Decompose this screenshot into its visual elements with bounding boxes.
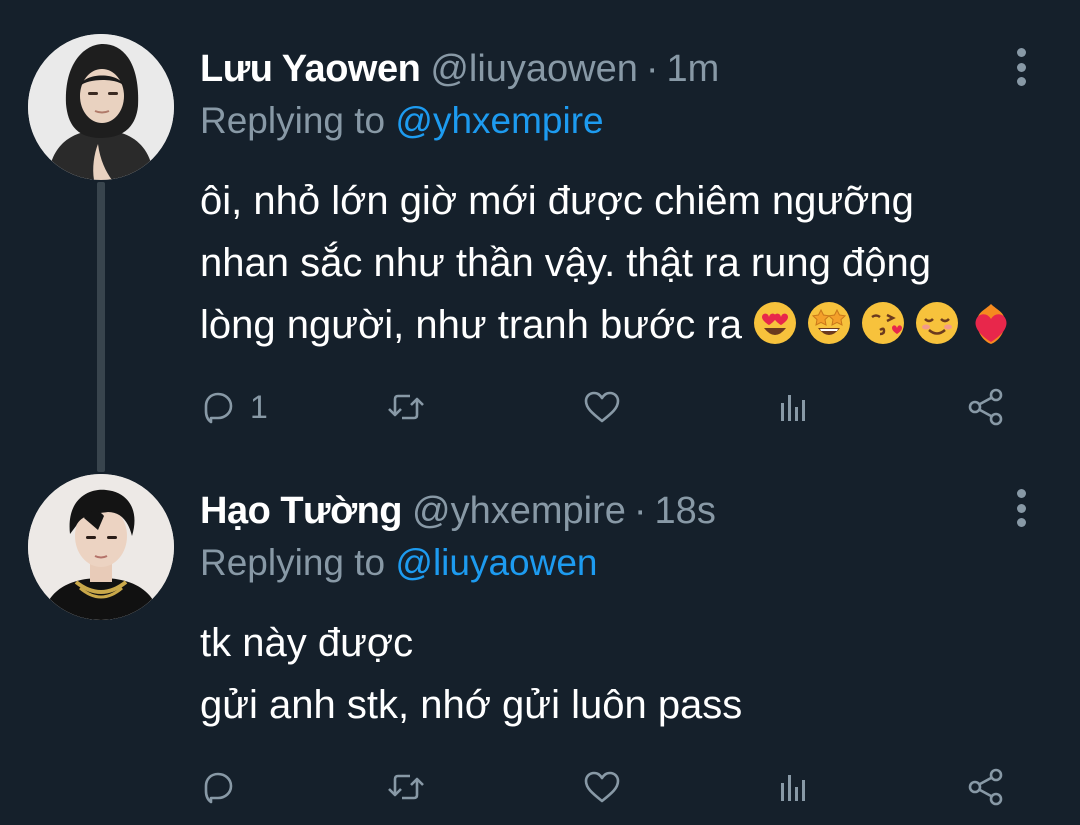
reply-count: 1 [250,388,268,425]
tweet-actions: 1 [200,380,1020,434]
reply-button[interactable] [200,760,250,814]
analytics-button[interactable] [776,760,812,814]
tweet-text-line-content: lòng người, như tranh bước ra [200,303,742,347]
retweet-button[interactable] [386,380,426,434]
replying-to-link[interactable]: @yhxempire [395,100,603,141]
retweet-icon [388,394,424,420]
tweet[interactable]: Hạo Tường @yhxempire · 18s Replying to @liu… [0,470,1080,825]
display-name[interactable]: Hạo Tường [200,490,403,532]
share-icon [968,388,1003,426]
smiling-emoji [915,302,958,345]
reply-icon [204,392,233,424]
tweet-text: ôi, nhỏ lớn giờ mới được chiêm ngưỡng nh… [200,170,1050,356]
timestamp[interactable]: 1m [667,48,720,90]
analytics-icon [781,775,805,801]
heart-icon [584,771,620,803]
tweet-header: Hạo Tường @yhxempire · 18s [200,486,716,536]
analytics-button[interactable] [776,380,812,434]
like-button[interactable] [582,380,622,434]
user-handle[interactable]: @liuyaowen [430,48,638,90]
share-button[interactable] [966,760,1006,814]
tweet-actions [200,760,1020,814]
tweet-text-line: gửi anh stk, nhớ gửi luôn pass [200,683,743,727]
replying-to-label: Replying to [200,100,386,141]
reply-icon [204,772,233,804]
separator-dot: · [633,490,647,532]
replying-to-label: Replying to [200,542,386,583]
share-button[interactable] [966,380,1006,434]
avatar[interactable] [28,474,174,620]
heart-on-fire-emoji [975,304,1007,345]
tweet-text-line: ôi, nhỏ lớn giờ mới được chiêm ngưỡng [200,179,914,223]
replying-to-link[interactable]: @liuyaowen [395,542,597,583]
emoji-group [752,300,1014,346]
reply-button[interactable]: 1 [200,380,268,434]
separator-dot: · [645,48,659,90]
user-handle[interactable]: @yhxempire [412,490,626,532]
star-struck-emoji [807,302,850,345]
display-name[interactable]: Lưu Yaowen [200,48,421,90]
thread-connector-line [97,182,105,472]
replying-to-line: Replying to @yhxempire [200,98,604,144]
tweet-text: tk này được gửi anh stk, nhớ gửi luôn pa… [200,612,1050,736]
tweet-text-line: nhan sắc như thần vậy. thật ra rung động [200,241,931,285]
more-vertical-icon[interactable] [1006,45,1036,89]
share-icon [968,768,1003,806]
reply-thread: Lưu Yaowen @liuyaowen · 1m Replying to @yhx… [0,0,1080,825]
retweet-button[interactable] [386,760,426,814]
timestamp[interactable]: 18s [655,490,716,532]
tweet-text-line: lòng người, như tranh bước ra [200,294,1050,356]
tweet-header: Lưu Yaowen @liuyaowen · 1m [200,44,719,94]
avatar[interactable] [28,34,174,180]
retweet-icon [388,774,424,800]
heart-icon [584,391,620,423]
kissing-heart-emoji [861,302,904,345]
more-vertical-icon[interactable] [1006,486,1036,530]
tweet-text-line: tk này được [200,621,414,665]
analytics-icon [781,395,805,421]
tweet[interactable]: Lưu Yaowen @liuyaowen · 1m Replying to @yhx… [0,0,1080,472]
heart-eyes-emoji [753,302,796,345]
like-button[interactable] [582,760,622,814]
replying-to-line: Replying to @liuyaowen [200,540,598,586]
